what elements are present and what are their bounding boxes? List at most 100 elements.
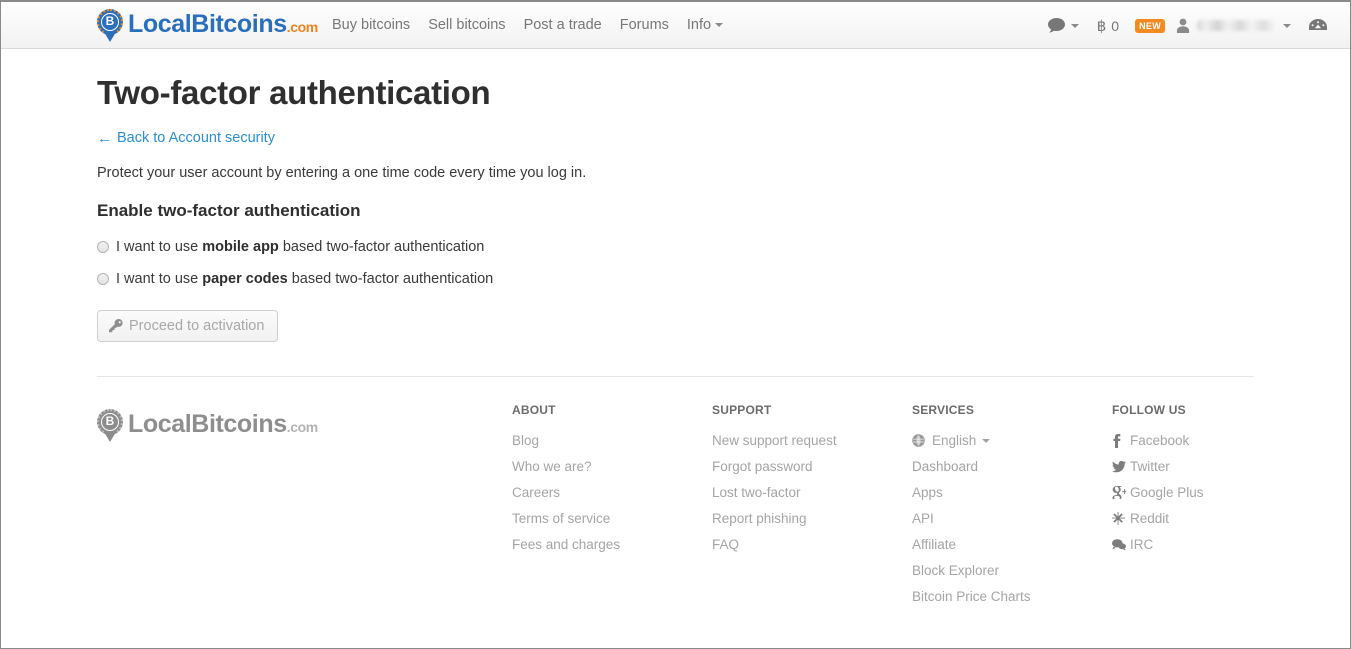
nav-item-buy-bitcoins[interactable]: Buy bitcoins — [323, 2, 419, 49]
footer-link-google-plus[interactable]: Google Plus — [1112, 480, 1312, 506]
footer-language-selector[interactable]: English — [912, 428, 1112, 454]
footer-link-twitter[interactable]: Twitter — [1112, 454, 1312, 480]
bitcoin-balance[interactable]: ฿ 0 — [1088, 2, 1128, 49]
dashboard-icon — [1309, 18, 1327, 33]
key-icon — [109, 318, 123, 333]
status-badge-new: NEW — [1135, 18, 1165, 33]
option-suffix: based two-factor authentication — [287, 270, 494, 287]
option-bold: paper codes — [202, 270, 288, 287]
footer-link-forgot-password[interactable]: Forgot password — [712, 454, 912, 480]
header-user-area: ฿ 0 NEW — [1039, 2, 1336, 49]
footer-link-lost-two-factor[interactable]: Lost two-factor — [712, 480, 912, 506]
speech-bubble-icon — [1047, 18, 1065, 33]
footer-irc-label: IRC — [1130, 536, 1154, 552]
footer-column-services: SERVICES English Dashboard Apps API Affi… — [912, 403, 1112, 610]
site-header: B LocalBitcoins.com Buy bitcoins Sell bi… — [1, 2, 1350, 49]
radio-option-mobile-app[interactable]: I want to use mobile app based two-facto… — [97, 239, 1254, 255]
page-title: Two-factor authentication — [97, 74, 491, 111]
footer-link-facebook[interactable]: Facebook — [1112, 428, 1312, 454]
logo-letter: B — [101, 12, 119, 31]
logo-letter: B — [101, 412, 119, 431]
radio-button-paper-codes[interactable] — [97, 272, 109, 285]
footer-link-bitcoin-price-charts[interactable]: Bitcoin Price Charts — [912, 584, 1112, 610]
footer-heading-about: ABOUT — [512, 402, 556, 417]
option-bold: mobile app — [202, 238, 279, 255]
nav-item-forums[interactable]: Forums — [611, 2, 678, 49]
footer-column-support: SUPPORT New support request Forgot passw… — [712, 403, 912, 558]
new-badge-link[interactable]: NEW — [1128, 2, 1172, 49]
facebook-icon — [1112, 433, 1130, 448]
footer-google-plus-label: Google Plus — [1130, 484, 1204, 500]
footer-column-follow-us: FOLLOW US Facebook Twitter Google Plus R… — [1112, 403, 1312, 558]
chevron-down-icon — [982, 438, 991, 443]
brand-com-text: .com — [286, 19, 318, 35]
footer-link-report-phishing[interactable]: Report phishing — [712, 506, 912, 532]
footer-logo[interactable]: B LocalBitcoins.com — [97, 403, 512, 443]
localbitcoins-logo-icon: B — [97, 8, 123, 43]
messages-menu[interactable] — [1039, 2, 1088, 49]
footer-brand-local-text: Local — [128, 410, 192, 438]
radio-label-mobile-app: I want to use mobile app based two-facto… — [116, 239, 484, 255]
footer-link-faq[interactable]: FAQ — [712, 532, 912, 558]
proceed-to-activation-button[interactable]: Proceed to activation — [97, 309, 279, 342]
footer-brand-bitcoins-text: Bitcoins — [191, 410, 287, 438]
back-link-label: Back to Account security — [117, 130, 275, 146]
footer-heading-follow-us: FOLLOW US — [1112, 402, 1186, 417]
footer-heading-services: SERVICES — [912, 402, 975, 417]
google-plus-icon — [1112, 486, 1130, 499]
brand-local-text: Local — [128, 10, 192, 38]
footer-link-fees-and-charges[interactable]: Fees and charges — [512, 532, 712, 558]
footer-link-apps[interactable]: Apps — [912, 480, 1112, 506]
footer-link-careers[interactable]: Careers — [512, 480, 712, 506]
browser-page: B LocalBitcoins.com Buy bitcoins Sell bi… — [0, 0, 1351, 649]
footer-link-blog[interactable]: Blog — [512, 428, 712, 454]
main-navigation: Buy bitcoins Sell bitcoins Post a trade … — [323, 2, 732, 49]
option-prefix: I want to use — [116, 270, 203, 287]
site-logo-link[interactable]: B LocalBitcoins.com — [97, 5, 318, 46]
footer-heading-support: SUPPORT — [712, 402, 772, 417]
brand-wordmark: LocalBitcoins.com — [128, 11, 318, 40]
footer-link-terms-of-service[interactable]: Terms of service — [512, 506, 712, 532]
account-menu[interactable] — [1172, 2, 1300, 49]
radio-option-paper-codes[interactable]: I want to use paper codes based two-fact… — [97, 271, 1254, 287]
dashboard-link[interactable] — [1300, 2, 1336, 49]
radio-button-mobile-app[interactable] — [97, 240, 109, 253]
footer-link-new-support-request[interactable]: New support request — [712, 428, 912, 454]
proceed-button-label: Proceed to activation — [129, 317, 265, 334]
username-redacted — [1197, 20, 1275, 31]
nav-item-info[interactable]: Info — [678, 2, 732, 49]
footer-brand-wordmark: LocalBitcoins.com — [128, 411, 318, 440]
intro-description: Protect your user account by entering a … — [97, 164, 587, 181]
footer-brand-com-text: .com — [286, 419, 318, 435]
footer-reddit-label: Reddit — [1130, 510, 1170, 526]
footer-link-dashboard[interactable]: Dashboard — [912, 454, 1112, 480]
chevron-down-icon — [1283, 23, 1291, 28]
twitter-icon — [1112, 460, 1130, 473]
main-content: Two-factor authentication ← Back to Acco… — [1, 73, 1350, 342]
footer-link-reddit[interactable]: Reddit — [1112, 506, 1312, 532]
section-title-enable-2fa: Enable two-factor authentication — [97, 200, 361, 220]
option-prefix: I want to use — [116, 238, 203, 255]
balance-amount: 0 — [1111, 17, 1120, 34]
chevron-down-icon — [1070, 23, 1079, 28]
globe-icon — [912, 434, 932, 447]
brand-bitcoins-text: Bitcoins — [191, 10, 287, 38]
back-to-account-security-link[interactable]: ← Back to Account security — [97, 130, 275, 146]
user-icon — [1176, 18, 1190, 33]
footer-twitter-label: Twitter — [1130, 458, 1170, 474]
nav-item-info-label: Info — [686, 17, 712, 33]
arrow-left-icon: ← — [97, 129, 112, 147]
nav-item-post-a-trade[interactable]: Post a trade — [515, 2, 611, 49]
footer-language-label: English — [932, 432, 977, 448]
footer-link-block-explorer[interactable]: Block Explorer — [912, 558, 1112, 584]
bitcoin-symbol: ฿ — [1096, 17, 1107, 35]
footer-column-about: ABOUT Blog Who we are? Careers Terms of … — [512, 403, 712, 558]
footer-link-irc[interactable]: IRC — [1112, 532, 1312, 558]
nav-item-sell-bitcoins[interactable]: Sell bitcoins — [419, 2, 514, 49]
footer-link-who-we-are[interactable]: Who we are? — [512, 454, 712, 480]
footer-link-api[interactable]: API — [912, 506, 1112, 532]
footer-facebook-label: Facebook — [1130, 432, 1190, 448]
site-footer: B LocalBitcoins.com ABOUT Blog Who we ar… — [1, 377, 1350, 610]
footer-link-affiliate[interactable]: Affiliate — [912, 532, 1112, 558]
option-suffix: based two-factor authentication — [278, 238, 485, 255]
